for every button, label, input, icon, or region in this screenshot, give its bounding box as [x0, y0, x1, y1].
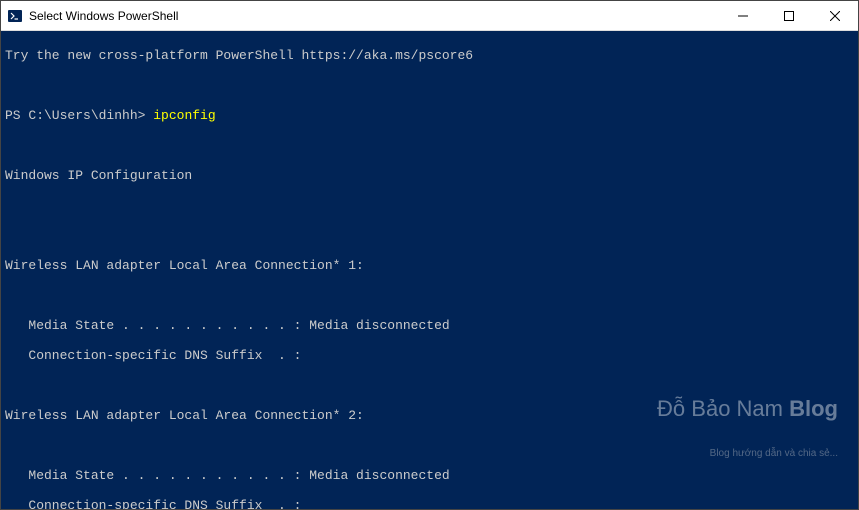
minimize-button[interactable]: [720, 1, 766, 30]
adapter-title: Wireless LAN adapter Local Area Connecti…: [5, 408, 858, 423]
close-button[interactable]: [812, 1, 858, 30]
media-state: Media State . . . . . . . . . . . : Medi…: [5, 318, 858, 333]
dns-suffix: Connection-specific DNS Suffix . :: [5, 348, 858, 363]
blank: [5, 78, 858, 93]
intro-line: Try the new cross-platform PowerShell ht…: [5, 48, 858, 63]
terminal-output[interactable]: Try the new cross-platform PowerShell ht…: [1, 31, 858, 509]
maximize-button[interactable]: [766, 1, 812, 30]
powershell-icon: [7, 8, 23, 24]
titlebar[interactable]: Select Windows PowerShell: [1, 1, 858, 31]
blank: [5, 228, 858, 243]
blank: [5, 378, 858, 393]
ipconfig-heading: Windows IP Configuration: [5, 168, 858, 183]
powershell-window: Select Windows PowerShell Try the new cr…: [0, 0, 859, 510]
media-state: Media State . . . . . . . . . . . : Medi…: [5, 468, 858, 483]
prompt-prefix: PS C:\Users\dinhh>: [5, 108, 153, 123]
blank: [5, 138, 858, 153]
blank: [5, 438, 858, 453]
blank: [5, 198, 858, 213]
blank: [5, 288, 858, 303]
adapter-title: Wireless LAN adapter Local Area Connecti…: [5, 258, 858, 273]
command-text: ipconfig: [153, 108, 215, 123]
window-controls: [720, 1, 858, 30]
prompt-line: PS C:\Users\dinhh> ipconfig: [5, 108, 858, 123]
dns-suffix: Connection-specific DNS Suffix . :: [5, 498, 858, 509]
window-title: Select Windows PowerShell: [29, 9, 720, 23]
